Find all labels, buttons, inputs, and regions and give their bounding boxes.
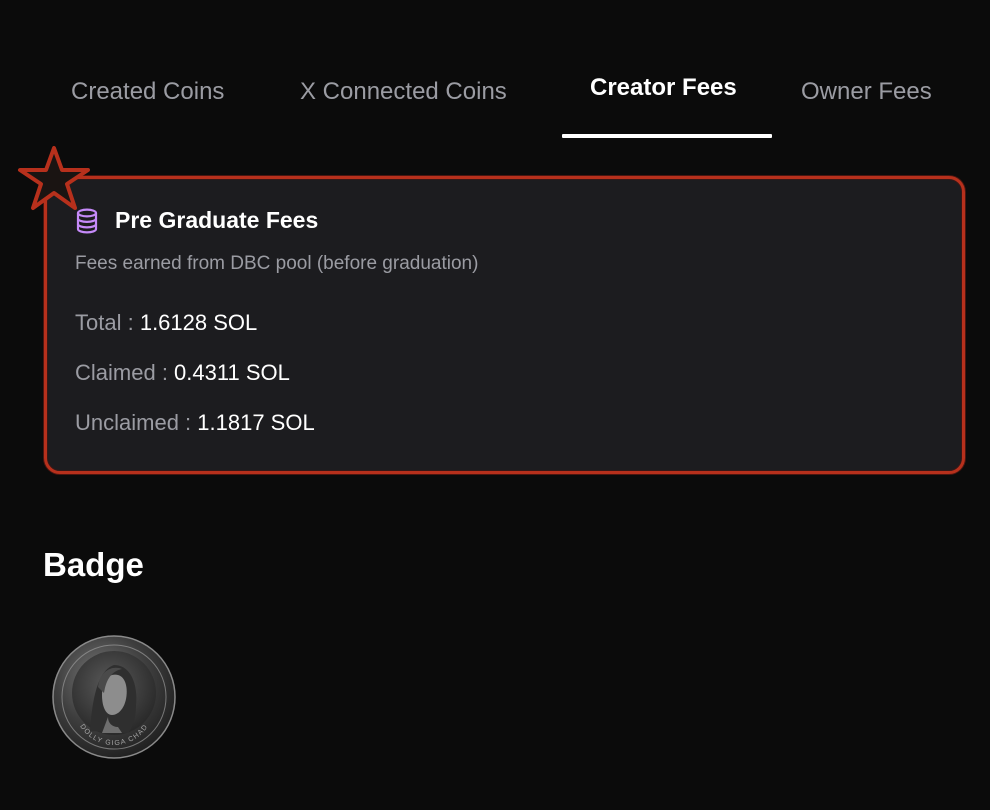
tab-x-connected-coins[interactable]: X Connected Coins bbox=[300, 78, 507, 106]
tab-bar: Created Coins X Connected Coins Creator … bbox=[0, 0, 990, 140]
card-subtitle: Fees earned from DBC pool (before gradua… bbox=[75, 253, 479, 274]
fee-value: 1.1817 SOL bbox=[197, 410, 315, 435]
total-fee-row: Total : 1.6128 SOL bbox=[75, 310, 257, 336]
card-title: Pre Graduate Fees bbox=[115, 207, 319, 233]
active-tab-indicator bbox=[562, 134, 772, 138]
fee-label: Total bbox=[75, 310, 122, 335]
claimed-fee-row: Claimed : 0.4311 SOL bbox=[75, 360, 290, 386]
tab-owner-fees[interactable]: Owner Fees bbox=[801, 78, 932, 106]
fee-label: Unclaimed bbox=[75, 410, 179, 435]
fee-value: 1.6128 SOL bbox=[139, 310, 258, 335]
fee-value: 0.4311 SOL bbox=[174, 360, 290, 385]
tab-creator-fees[interactable]: Creator Fees bbox=[590, 74, 737, 102]
badge-heading: Badge bbox=[43, 546, 144, 583]
fee-separator: : bbox=[155, 360, 175, 385]
highlight-star-icon bbox=[16, 146, 92, 212]
fee-label: Claimed bbox=[75, 360, 156, 385]
card-header: Pre Graduate Fees bbox=[75, 207, 318, 234]
unclaimed-fee-row: Unclaimed : 1.1817 SOL bbox=[75, 410, 315, 436]
pre-graduate-fees-card: Pre Graduate Fees Fees earned from DBC p… bbox=[44, 176, 965, 474]
fee-separator: : bbox=[121, 310, 140, 335]
badge-coin-image[interactable]: DOLLY GIGA CHAD bbox=[52, 635, 176, 759]
fee-separator: : bbox=[178, 410, 198, 435]
tab-created-coins[interactable]: Created Coins bbox=[71, 78, 224, 106]
